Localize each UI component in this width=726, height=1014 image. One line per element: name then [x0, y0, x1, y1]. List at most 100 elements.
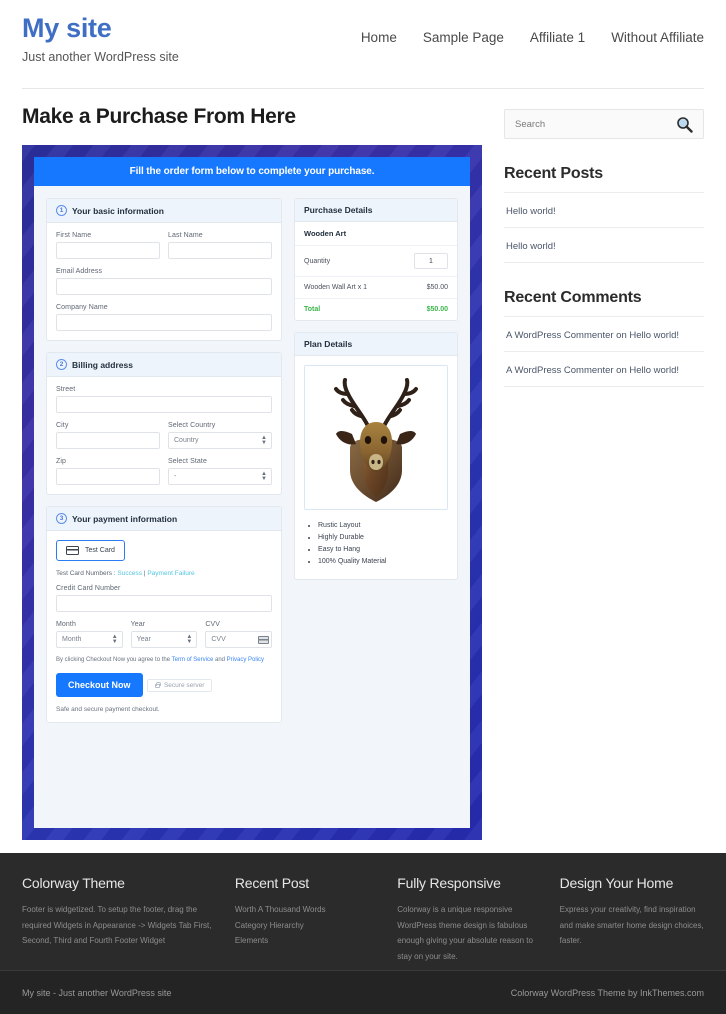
order-form: 1 Your basic information First Name Last… [34, 186, 470, 828]
checkout-now-button[interactable]: Checkout Now [56, 672, 143, 697]
list-item[interactable]: Category Hierarchy [235, 918, 379, 934]
purchase-widget: Fill the order form below to complete yo… [22, 145, 482, 840]
basic-information-panel: 1 Your basic information First Name Last… [46, 198, 282, 341]
basic-information-body: First Name Last Name Email Address Compa… [47, 223, 281, 340]
search-icon[interactable] [676, 116, 693, 133]
total-price: $50.00 [426, 306, 448, 313]
recent-comments-list: A WordPress Commenter on Hello world! A … [504, 316, 704, 387]
recent-post-link[interactable]: Hello world! [506, 206, 556, 217]
footer-widget-title: Fully Responsive [397, 875, 501, 891]
main-navigation: Home Sample Page Affiliate 1 Without Aff… [361, 30, 704, 45]
month-label: Month [56, 621, 76, 628]
billing-address-body: Street City Select Country Country ▲ ▼ Z… [47, 377, 281, 494]
zip-input[interactable] [56, 468, 160, 485]
plan-features-list: Rustic Layout Highly Durable Easy to Han… [304, 522, 448, 565]
email-input[interactable] [56, 278, 272, 295]
footer-widget-text: Colorway is a unique responsive WordPres… [397, 905, 533, 961]
secure-server-badge: Secure server [146, 679, 213, 692]
company-name-input[interactable] [56, 314, 272, 331]
purchase-card: Fill the order form below to complete yo… [34, 157, 470, 828]
city-label: City [56, 422, 69, 429]
first-name-input[interactable] [56, 242, 160, 259]
order-form-right-column: Purchase Details Wooden Art Quantity 1 W… [294, 198, 458, 816]
chevron-updown-icon: ▲ ▼ [186, 633, 193, 645]
search-input[interactable]: Search [515, 119, 545, 130]
recent-comment-link[interactable]: A WordPress Commenter on Hello world! [506, 365, 679, 376]
payment-information-title: Your payment information [72, 513, 178, 524]
list-item[interactable]: A WordPress Commenter on Hello world! [504, 316, 704, 351]
payment-information-header: 3 Your payment information [47, 507, 281, 531]
footer-widget-fully-responsive: Fully Responsive Colorway is a unique re… [397, 875, 541, 970]
plan-details-panel: Plan Details • Rustic Layout • Highly Du… [294, 332, 458, 580]
footer-widget-text: Express your creativity, find inspiratio… [559, 905, 704, 946]
step-number-1: 1 [56, 205, 67, 216]
credit-card-icon [66, 546, 79, 555]
nav-item-home[interactable]: Home [361, 30, 397, 45]
footer-widget-design-your-home: Design Your Home Express your creativity… [560, 875, 704, 970]
chevron-updown-icon: ▲ ▼ [261, 470, 267, 482]
last-name-label: Last Name [168, 232, 203, 239]
zip-label: Zip [56, 458, 67, 465]
purchase-details-header: Purchase Details [295, 199, 457, 222]
street-input[interactable] [56, 396, 272, 413]
nav-item-without-affiliate[interactable]: Without Affiliate [611, 30, 704, 45]
test-card-success-link[interactable]: Success [117, 570, 142, 577]
safe-checkout-note: Safe and secure payment checkout. [56, 705, 160, 713]
recent-posts-title: Recent Posts [504, 165, 603, 182]
privacy-policy-link[interactable]: Privacy Policy [227, 657, 264, 663]
select-state-label: Select State [168, 458, 207, 465]
test-card-numbers: Test Card Numbers : Success | Payment Fa… [56, 570, 272, 577]
plan-feature-item: Easy to Hang [318, 546, 448, 553]
test-card-failure-link[interactable]: Payment Failure [147, 570, 194, 577]
term-of-service-link[interactable]: Term of Service [172, 657, 214, 663]
footer-credit[interactable]: Colorway WordPress Theme by InkThemes.co… [511, 988, 704, 998]
purchase-total-row: Total $50.00 [295, 299, 457, 320]
search-widget[interactable]: Search [504, 109, 704, 139]
purchase-product-row: Wooden Art [295, 222, 457, 246]
quantity-label: Quantity [304, 257, 331, 265]
plan-feature-item: Rustic Layout [318, 522, 448, 529]
recent-posts-list: Hello world! Hello world! [504, 192, 704, 263]
nav-item-affiliate-1[interactable]: Affiliate 1 [530, 30, 585, 45]
terms-prefix: By clicking Checkout Now you agree to th… [56, 657, 171, 663]
terms-notice: By clicking Checkout Now you agree to th… [56, 657, 272, 663]
recent-comment-link[interactable]: A WordPress Commenter on Hello world! [506, 330, 679, 341]
state-select[interactable]: - [168, 468, 272, 485]
plan-details-title: Plan Details [304, 339, 353, 349]
list-item[interactable]: Hello world! [504, 227, 704, 263]
page-title: Make a Purchase From Here [22, 105, 296, 128]
street-label: Street [56, 386, 76, 393]
list-item[interactable]: A WordPress Commenter on Hello world! [504, 351, 704, 387]
city-input[interactable] [56, 432, 160, 449]
order-form-left-column: 1 Your basic information First Name Last… [46, 198, 282, 816]
chevron-updown-icon: ▲ ▼ [111, 633, 118, 645]
plan-product-image [304, 365, 448, 510]
recent-post-link[interactable]: Hello world! [506, 241, 556, 252]
purchase-quantity-row: Quantity 1 [295, 246, 457, 277]
footer-widget-text: Footer is widgetized. To setup the foote… [22, 905, 212, 946]
sidebar: Search Recent Posts Hello world! Hello w… [504, 105, 704, 840]
footer-widget-title: Design Your Home [559, 875, 674, 891]
test-card-tab[interactable]: Test Card [56, 540, 125, 561]
line-item-label: Wooden Wall Art x 1 [304, 284, 368, 291]
credit-card-number-input[interactable] [56, 595, 272, 612]
payment-information-body: Test Card Test Card Numbers : Success | … [47, 531, 281, 722]
chevron-updown-icon: ▲ ▼ [261, 434, 267, 446]
site-header: My site Just another WordPress site Home… [0, 0, 726, 78]
list-item[interactable]: Worth A Thousand Words [235, 902, 379, 918]
secure-server-label: Secure server [163, 682, 205, 689]
lock-icon [154, 681, 162, 688]
last-name-input[interactable] [168, 242, 272, 259]
nav-item-sample-page[interactable]: Sample Page [423, 30, 504, 45]
footer-widget-recent-post: Recent Post Worth A Thousand Words Categ… [235, 875, 379, 970]
list-item[interactable]: Elements [235, 933, 379, 949]
test-card-tab-label: Test Card [85, 547, 115, 554]
select-country-label: Select Country [168, 422, 216, 429]
cvv-card-icon [258, 635, 270, 644]
quantity-input[interactable]: 1 [414, 253, 448, 269]
email-label: Email Address [56, 268, 103, 275]
credit-card-number-label: Credit Card Number [56, 585, 121, 592]
country-select[interactable]: Country [168, 432, 272, 449]
list-item[interactable]: Hello world! [504, 192, 704, 227]
page-body: Make a Purchase From Here Fill the order… [0, 89, 726, 840]
